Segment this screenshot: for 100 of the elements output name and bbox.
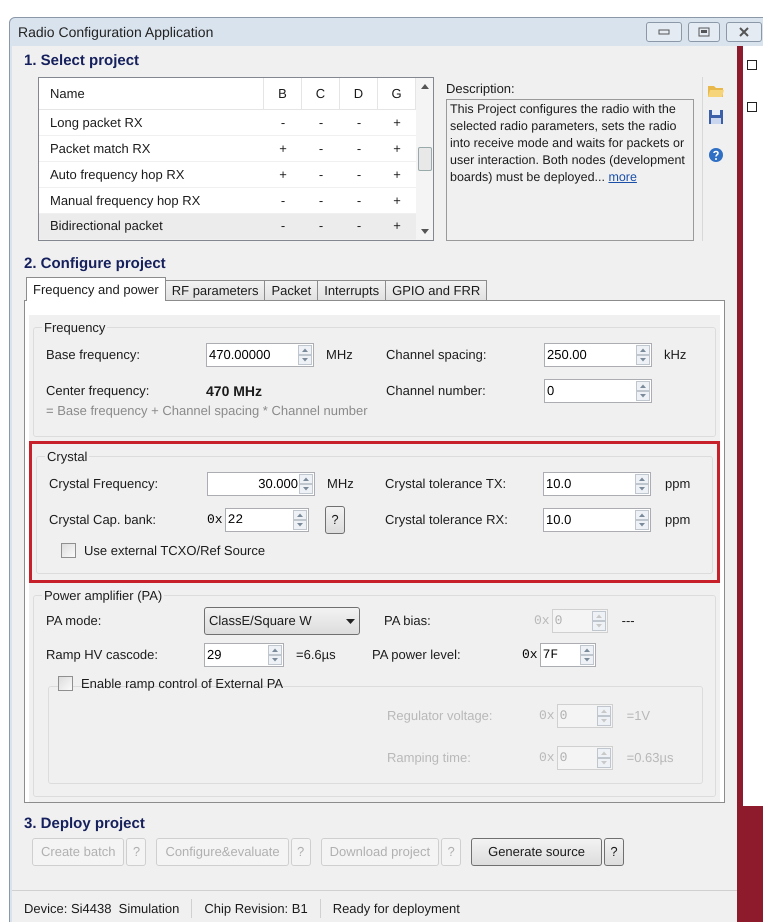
help-icon[interactable] [708,146,724,162]
status-text: Device: Si4438 Simulation [12,898,192,918]
column-header[interactable]: C [302,78,340,110]
number-field[interactable]: 250.00 [544,343,652,367]
checkbox-label: Enable ramp control of External PA [81,675,284,693]
tab[interactable]: Packet [264,280,318,301]
section-title: 3. Deploy project [24,815,145,832]
field-label: Center frequency: [46,382,150,400]
table-cell-text: - [356,217,362,236]
checkbox-icon [747,102,757,112]
hex-prefix: 0x [207,511,223,530]
column-header[interactable]: D [340,78,378,110]
table-cell-text: - [356,166,362,184]
number-field[interactable]: 0 [544,379,652,403]
tab[interactable]: RF parameters [164,280,266,301]
close-button[interactable] [726,22,762,42]
tab[interactable]: GPIO and FRR [385,280,488,301]
field-label: Ramp HV cascode: [46,646,159,664]
unit-label: MHz [326,346,354,364]
caret-icon [346,618,355,624]
spinner-arrows-icon[interactable] [299,474,313,494]
hex-prefix: 0x [539,748,555,767]
table-cell-text: - [318,140,324,158]
unit-label: ppm [665,475,690,494]
table-cell-text: - [318,192,324,210]
minimize-button[interactable] [646,22,682,42]
description-box: This Project configures the radio with the selected radio parameters, sets the radio into receive mode and waits for packets or user interaction. Both nodes (development boards) must be deployed... more [446,98,694,240]
number-field[interactable]: 10.0 [543,472,651,496]
spinner-arrows-icon[interactable] [298,345,312,365]
status-text: Ready for deployment [332,900,461,918]
field-label: Crystal Cap. bank: [49,511,157,530]
scroll-thumb[interactable] [418,146,432,170]
formula-note: = Base frequency + Channel spacing * Channel number [46,404,369,418]
spinner-arrows-icon[interactable] [580,645,594,665]
tab[interactable]: Interrupts [317,280,386,301]
project-row[interactable]: Bidirectional packet - - - + [39,214,416,240]
field-label: PA power level: [372,646,462,664]
description-label: Description: [446,80,516,98]
section-title: 1. Select project [24,52,140,69]
unit-label: MHz [327,475,355,494]
pa-mode-dropdown[interactable]: ClassE/Square W [204,607,360,635]
more-link[interactable]: more [608,170,637,184]
field-label: Ramping time: [387,748,472,767]
table-cell-text: - [280,114,286,132]
checkbox-label: Use external TCXO/Ref Source [84,542,266,560]
value-note: =0.63µs [626,748,674,767]
table-cell-text: Long packet RX [49,114,144,132]
scroll-down-icon[interactable] [420,228,428,234]
number-field[interactable]: 10.0 [543,508,651,532]
spinner-arrows-icon[interactable] [635,510,649,530]
field-label: Crystal Frequency: [49,475,160,494]
table-cell-text: + [392,114,402,132]
table-cell-text: - [318,166,324,184]
table-cell-text: + [278,166,288,184]
field-label: Regulator voltage: [387,706,494,725]
value-note: =1V [626,706,650,725]
field-label: PA mode: [46,612,102,630]
spinner-arrows-icon[interactable] [636,345,650,365]
field-label: Base frequency: [46,346,141,364]
table-cell-text: - [356,140,362,158]
field-label: Channel spacing: [386,346,488,364]
table-cell-text: Auto frequency hop RX [49,166,186,184]
column-header[interactable]: Name [39,78,264,110]
table-cell-text: + [392,217,402,236]
save-icon[interactable] [708,108,724,124]
section-title: 2. Configure project [24,254,166,272]
number-field[interactable]: 29 [204,643,284,667]
help-button[interactable]: ? [325,506,345,534]
field-label: PA bias: [384,612,432,630]
table-cell-text: + [392,140,402,158]
number-field[interactable]: 22 [224,508,309,532]
window-title: Radio Configuration Application [18,22,214,42]
center-frequency-value: 470 MHz [206,382,264,400]
maximize-icon [698,27,710,37]
number-field[interactable]: 30.000 [207,472,315,496]
maximize-button[interactable] [688,22,720,42]
spinner-arrows-icon[interactable] [636,381,650,401]
field-label: Crystal tolerance TX: [385,475,508,494]
checkbox[interactable] [61,543,76,558]
table-cell-text: Bidirectional packet [49,217,164,236]
scrollbar[interactable] [416,78,433,240]
checkbox[interactable] [58,676,73,692]
column-header[interactable]: B [264,78,302,110]
scroll-up-icon[interactable] [420,84,428,88]
spinner-arrows-icon[interactable] [268,645,282,665]
table-cell-text: Packet match RX [49,140,152,158]
number-field[interactable]: 470.00000 [206,343,314,367]
help-button[interactable]: ? [604,838,624,866]
spinner-arrows-icon[interactable] [292,510,307,530]
spinner-arrows-icon[interactable] [635,474,649,494]
table-cell-text: Manual frequency hop RX [49,192,202,210]
field-label: Channel number: [386,382,487,400]
tab[interactable]: Frequency and power [26,277,166,301]
table-cell-text: - [356,192,362,210]
number-field[interactable]: 7F [540,643,596,667]
deploy-button[interactable]: Generate source [471,838,602,866]
minimize-icon [658,29,670,35]
hex-prefix: 0x [539,706,555,725]
hex-prefix: 0x [534,612,550,630]
table-cell-text: - [280,192,286,210]
